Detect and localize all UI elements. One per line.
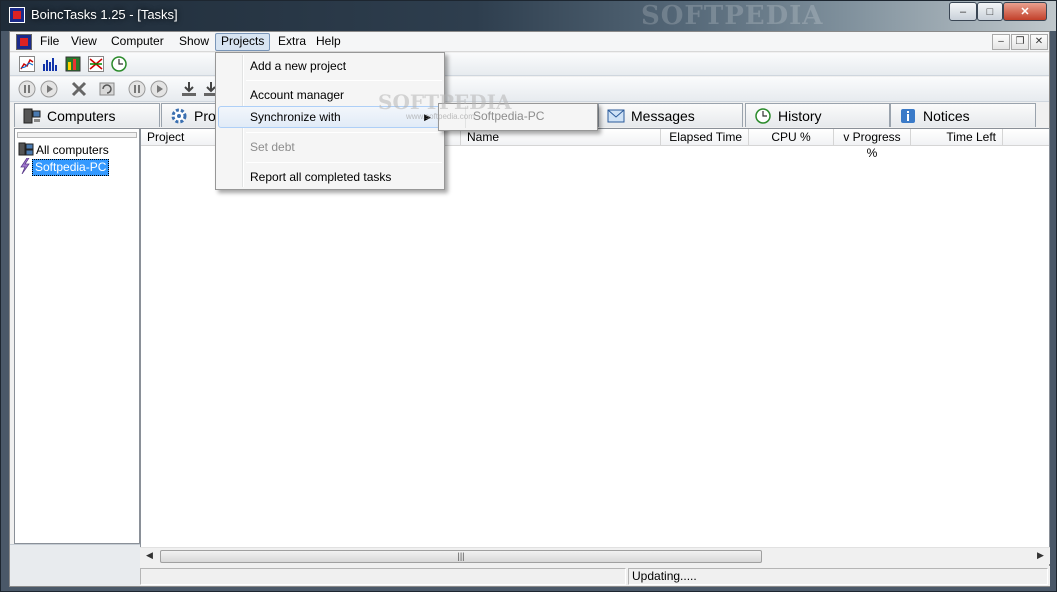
menu-file[interactable]: File (35, 33, 64, 51)
computer-lightning-icon (18, 157, 32, 177)
scroll-right-arrow-icon[interactable]: ▶ (1037, 550, 1044, 561)
computers-group-icon (18, 142, 34, 159)
menu-item-add-project[interactable]: Add a new project (218, 55, 442, 77)
tab-label: Messages (631, 107, 695, 124)
minimize-button[interactable]: – (949, 2, 977, 21)
title-bar[interactable]: BoincTasks 1.25 - [Tasks] SOFTPEDIA – □ … (1, 1, 1056, 31)
projects-menu: Add a new project Account manager Synchr… (215, 52, 445, 190)
tasks-list[interactable]: Project Name Elapsed Time CPU % v Progre… (140, 128, 1050, 564)
status-text: Updating..... (628, 568, 1048, 585)
boinctasks-app-icon[interactable] (9, 7, 25, 23)
tab-label: Notices (923, 107, 970, 124)
scroll-left-arrow-icon[interactable]: ◀ (146, 550, 153, 561)
tab-notices[interactable]: Notices (890, 103, 1036, 127)
mdi-restore-button[interactable]: ❐ (1011, 34, 1029, 50)
column-cpu-percent[interactable]: CPU % (749, 129, 834, 146)
window-title: BoincTasks 1.25 - [Tasks] (31, 7, 178, 22)
history-clock-icon (754, 107, 772, 124)
transfer-chart-icon[interactable] (87, 55, 105, 73)
menu-item-set-debt: Set debt (250, 140, 295, 154)
menu-separator (246, 80, 442, 81)
toolbar-tasks (10, 77, 1049, 102)
column-time-left[interactable]: Time Left (911, 129, 1003, 146)
maximize-button[interactable]: □ (977, 2, 1003, 21)
notice-icon (899, 108, 917, 124)
tree-item-label: Softpedia-PC (32, 159, 110, 176)
computers-icon (23, 108, 41, 124)
scroll-thumb[interactable]: ||| (160, 550, 762, 563)
left-pane-footer (10, 544, 140, 586)
mdi-minimize-button[interactable]: – (992, 34, 1010, 50)
status-pane-empty (140, 568, 626, 585)
tab-label: Computers (47, 107, 116, 124)
menu-help[interactable]: Help (311, 33, 346, 51)
close-button[interactable]: ✕ (1003, 2, 1047, 21)
menu-separator (246, 132, 442, 133)
menu-item-report-completed[interactable]: Report all completed tasks (218, 166, 442, 188)
tree-item-label: All computers (36, 143, 109, 157)
menu-extra[interactable]: Extra (273, 33, 311, 51)
download-icon[interactable] (180, 80, 198, 98)
bar-chart-icon[interactable] (41, 55, 59, 73)
mdi-close-button[interactable]: ✕ (1030, 34, 1048, 50)
tree-item-all-computers[interactable]: All computers (18, 142, 111, 159)
tab-computers[interactable]: Computers (14, 103, 160, 127)
resume-project-icon[interactable] (150, 80, 168, 98)
softpedia-watermark: SOFTPEDIA (641, 1, 824, 31)
envelope-icon (607, 108, 625, 124)
tab-history[interactable]: History (745, 103, 890, 127)
menu-view[interactable]: View (66, 33, 102, 51)
client-area: File View Computer Show Projects Extra H… (9, 31, 1050, 587)
document-icon[interactable] (16, 34, 32, 50)
resume-icon[interactable] (40, 80, 58, 98)
menu-item-label: Synchronize with (250, 110, 341, 124)
tab-projects[interactable]: Proj (161, 103, 221, 127)
column-elapsed-time[interactable]: Elapsed Time (661, 129, 749, 146)
projects-gear-icon (170, 108, 188, 124)
clock-refresh-icon[interactable] (110, 55, 128, 73)
computer-tree: All computers Softpedia-PC (14, 128, 140, 544)
tasks-chart-icon[interactable] (64, 55, 82, 73)
menu-bar: File View Computer Show Projects Extra H… (10, 32, 1049, 52)
tree-item-softpedia-pc[interactable]: Softpedia-PC (18, 157, 110, 177)
menu-show[interactable]: Show (174, 33, 214, 51)
tree-header-bar (17, 132, 137, 138)
softpedia-url-watermark: www.softpedia.com (406, 112, 475, 121)
tab-label: History (778, 107, 822, 124)
abort-icon[interactable] (70, 80, 88, 98)
tab-messages[interactable]: Messages (598, 103, 743, 127)
app-window: BoincTasks 1.25 - [Tasks] SOFTPEDIA – □ … (0, 0, 1057, 592)
menu-projects[interactable]: Projects (215, 33, 271, 51)
graph-icon[interactable] (18, 55, 36, 73)
softpedia-watermark-overlay: SOFTPEDIA (378, 90, 512, 114)
suspend-project-icon[interactable] (128, 80, 146, 98)
toolbar-graphs (10, 53, 1049, 76)
menu-computer[interactable]: Computer (106, 33, 169, 51)
suspend-icon[interactable] (18, 80, 36, 98)
menu-separator (246, 162, 442, 163)
update-icon[interactable] (98, 80, 116, 98)
column-progress-percent[interactable]: v Progress % (834, 129, 911, 160)
column-name[interactable]: Name (461, 129, 661, 146)
horizontal-scrollbar[interactable]: ◀ ||| ▶ (140, 547, 1050, 564)
status-bar: Updating..... (140, 566, 1050, 586)
